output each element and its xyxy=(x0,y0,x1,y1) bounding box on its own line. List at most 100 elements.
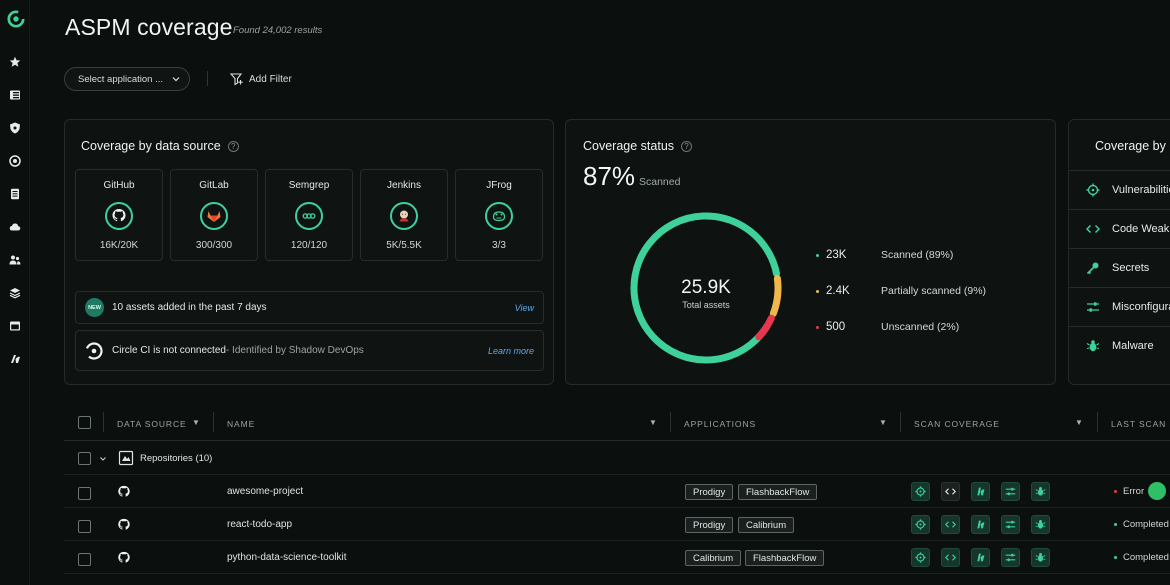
sort-arrow-icon[interactable]: ▼ xyxy=(649,418,657,427)
coverage-by-type-card: Coverage by Vulnerabilities Code Weaknes… xyxy=(1068,119,1170,385)
row-checkbox[interactable] xyxy=(78,553,91,566)
application-tag[interactable]: FlashbackFlow xyxy=(745,550,825,566)
crosshair-icon[interactable] xyxy=(911,548,930,567)
crosshair-icon[interactable] xyxy=(911,515,930,534)
code-icon[interactable] xyxy=(941,548,960,567)
window-icon[interactable] xyxy=(8,319,22,333)
github-icon xyxy=(118,551,130,563)
sliders-icon[interactable] xyxy=(1001,482,1020,501)
sliders-icon[interactable] xyxy=(1001,548,1020,567)
sort-arrow-icon[interactable]: ▼ xyxy=(1075,418,1083,427)
code-icon[interactable] xyxy=(941,515,960,534)
jenkins-icon xyxy=(390,202,418,230)
crosshair-icon xyxy=(1086,183,1100,196)
coverage-row-label: Vulnerabilities xyxy=(1112,183,1170,196)
table-row[interactable]: python-data-science-toolkit Calibrium Fl… xyxy=(64,541,1170,574)
status-dot xyxy=(1114,523,1117,526)
coverage-row-malware[interactable]: Malware xyxy=(1069,326,1170,364)
source-tile-gitlab[interactable]: GitLab 300/300 xyxy=(170,169,258,261)
coverage-status-card: Coverage status ? 87% Scanned 25.9K Tota… xyxy=(565,119,1056,385)
source-tile-github[interactable]: GitHub 16K/20K xyxy=(75,169,163,261)
source-value: 120/120 xyxy=(290,240,328,251)
learn-more-link[interactable]: Learn more xyxy=(488,346,534,356)
code-icon xyxy=(1086,224,1100,233)
sort-arrow-icon[interactable]: ▼ xyxy=(192,418,200,427)
page-title: ASPM coverage xyxy=(65,14,233,40)
source-tile-semgrep[interactable]: Semgrep 120/120 xyxy=(265,169,353,261)
bug-icon[interactable] xyxy=(1031,548,1050,567)
application-tag[interactable]: Prodigy xyxy=(685,484,734,500)
application-tag[interactable]: Calibrium xyxy=(738,517,795,533)
app-logo[interactable] xyxy=(7,10,25,28)
column-divider xyxy=(1097,412,1098,432)
table-row[interactable]: react-todo-app Prodigy Calibrium Complet… xyxy=(64,508,1170,541)
key-icon[interactable] xyxy=(971,482,990,501)
new-assets-text: 10 assets added in the past 7 days xyxy=(112,302,267,313)
coverage-row-vulnerabilities[interactable]: Vulnerabilities xyxy=(1069,170,1170,208)
code-icon[interactable] xyxy=(941,482,960,501)
legend-unscanned: 500 Unscanned (2%) xyxy=(816,320,959,334)
table-row[interactable]: awesome-project Prodigy FlashbackFlow Er… xyxy=(64,475,1170,508)
row-checkbox[interactable] xyxy=(78,487,91,500)
column-header-name[interactable]: Name xyxy=(227,419,255,429)
select-application-dropdown[interactable]: Select application ... xyxy=(64,67,190,91)
add-filter-button[interactable]: Add Filter xyxy=(230,71,292,87)
application-tag[interactable]: FlashbackFlow xyxy=(738,484,818,500)
results-count: Found 24,002 results xyxy=(233,25,323,36)
circle-ci-text: Circle CI is not connected xyxy=(112,345,226,356)
circle-ci-notice: Circle CI is not connected - Identified … xyxy=(75,330,544,371)
help-icon[interactable]: ? xyxy=(227,140,239,152)
target-icon[interactable] xyxy=(8,154,22,168)
repo-name[interactable]: python-data-science-toolkit xyxy=(227,552,347,563)
layout-icon[interactable] xyxy=(8,88,22,102)
cloud-icon[interactable] xyxy=(8,220,22,234)
layers-icon[interactable] xyxy=(8,286,22,300)
source-name: Semgrep xyxy=(288,180,330,191)
star-icon[interactable] xyxy=(8,55,22,69)
source-tile-jfrog[interactable]: JFrog 3/3 xyxy=(455,169,543,261)
legend-label: Scanned (89%) xyxy=(881,249,954,261)
coverage-row-code-weaknesses[interactable]: Code Weaknesses xyxy=(1069,209,1170,247)
row-checkbox[interactable] xyxy=(78,520,91,533)
source-name: Jenkins xyxy=(387,180,421,191)
chevron-down-icon[interactable] xyxy=(99,455,107,463)
column-header-last-scan[interactable]: Last scan s xyxy=(1111,419,1170,429)
status-text: Completed xyxy=(1123,552,1169,563)
crosshair-icon[interactable] xyxy=(911,482,930,501)
coverage-row-secrets[interactable]: Secrets xyxy=(1069,248,1170,286)
help-icon[interactable]: ? xyxy=(681,140,693,152)
donut-slice-unscanned[interactable] xyxy=(755,314,775,341)
coverage-row-misconfigurations[interactable]: Misconfigurations xyxy=(1069,287,1170,325)
view-link[interactable]: View xyxy=(515,303,534,313)
status-card-title: Coverage status xyxy=(583,139,675,153)
sliders-icon[interactable] xyxy=(1001,515,1020,534)
column-header-scan-coverage[interactable]: Scan coverage xyxy=(914,419,1000,429)
sidebar xyxy=(0,0,30,585)
column-header-data-source[interactable]: Data source xyxy=(117,419,187,429)
scan-icon[interactable] xyxy=(8,352,22,366)
application-tag[interactable]: Calibrium xyxy=(685,550,742,566)
bug-icon[interactable] xyxy=(1031,515,1050,534)
column-divider xyxy=(103,412,104,432)
key-icon[interactable] xyxy=(971,515,990,534)
legend-dot xyxy=(816,289,819,293)
people-icon[interactable] xyxy=(8,253,22,267)
group-label: Repositories (10) xyxy=(140,453,213,464)
repo-name[interactable]: react-todo-app xyxy=(227,519,292,530)
sort-arrow-icon[interactable]: ▼ xyxy=(879,418,887,427)
application-tag[interactable]: Prodigy xyxy=(685,517,734,533)
bug-icon[interactable] xyxy=(1031,482,1050,501)
document-icon[interactable] xyxy=(8,187,22,201)
repo-name[interactable]: awesome-project xyxy=(227,486,303,497)
column-header-applications[interactable]: Applications xyxy=(684,419,756,429)
source-tile-jenkins[interactable]: Jenkins 5K/5.5K xyxy=(360,169,448,261)
group-checkbox[interactable] xyxy=(78,452,91,465)
select-all-checkbox[interactable] xyxy=(78,416,91,429)
group-row-repositories[interactable]: Repositories (10) xyxy=(64,442,1170,475)
key-icon[interactable] xyxy=(971,548,990,567)
donut-slice-partially-scanned[interactable] xyxy=(769,274,782,318)
table-header: Data source ▼ Name ▼ Applications ▼ Scan… xyxy=(64,405,1170,441)
column-divider xyxy=(670,412,671,432)
shield-icon[interactable] xyxy=(8,121,22,135)
status-indicator[interactable] xyxy=(1148,482,1166,500)
